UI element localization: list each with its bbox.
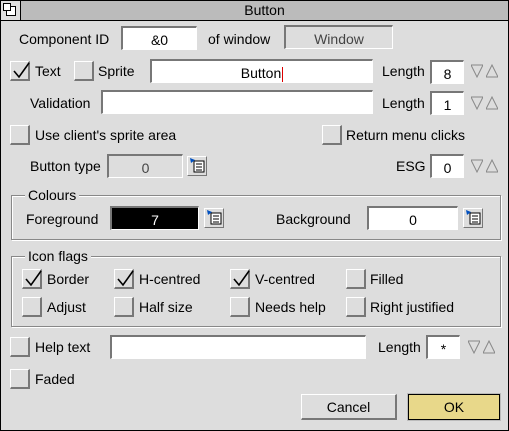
help-text-checkbox[interactable] xyxy=(10,337,30,357)
text-length-increment-icon[interactable] xyxy=(486,64,498,78)
window-title: Button xyxy=(244,2,285,18)
validation-length-field[interactable]: 1 xyxy=(430,91,464,115)
adjust-checkbox[interactable] xyxy=(22,297,42,317)
text-length-label: Length xyxy=(382,63,425,79)
needs-help-label: Needs help xyxy=(255,299,326,315)
right-justified-label: Right justified xyxy=(370,299,455,315)
foreground-label: Foreground xyxy=(26,211,99,227)
background-label: Background xyxy=(276,211,351,227)
client-sprite-area-checkbox[interactable] xyxy=(10,125,30,145)
validation-field[interactable] xyxy=(101,90,373,114)
check-icon xyxy=(13,62,30,79)
help-length-field[interactable]: * xyxy=(426,335,460,359)
icon-flags-group-title: Icon flags xyxy=(25,247,91,265)
help-length-increment-icon[interactable] xyxy=(483,340,495,354)
validation-length-increment-icon[interactable] xyxy=(486,96,498,110)
sprite-checkbox[interactable] xyxy=(74,61,94,81)
check-icon xyxy=(25,270,42,287)
help-text-field[interactable] xyxy=(110,335,366,359)
right-justified-checkbox[interactable] xyxy=(346,297,366,317)
button-type-menu-icon[interactable] xyxy=(187,156,207,176)
sprite-checkbox-label: Sprite xyxy=(98,63,135,79)
border-label: Border xyxy=(47,271,90,287)
v-centred-checkbox[interactable] xyxy=(230,269,250,289)
return-menu-clicks-checkbox[interactable] xyxy=(322,125,342,145)
adjust-label: Adjust xyxy=(47,299,86,315)
esg-decrement-icon[interactable] xyxy=(471,159,483,173)
check-icon xyxy=(117,270,134,287)
esg-label: ESG xyxy=(396,158,426,174)
help-length-decrement-icon[interactable] xyxy=(468,340,480,354)
ok-button[interactable]: OK xyxy=(407,393,501,421)
help-length-label: Length xyxy=(378,339,421,355)
h-centred-checkbox[interactable] xyxy=(114,269,134,289)
client-sprite-area-label: Use client's sprite area xyxy=(35,127,177,143)
foreground-colour-menu-icon[interactable] xyxy=(204,208,224,228)
background-colour-menu-icon[interactable] xyxy=(463,208,483,228)
window-name-field: Window xyxy=(284,25,393,49)
validation-length-label: Length xyxy=(382,95,425,111)
component-id-label: Component ID xyxy=(19,31,110,47)
return-menu-clicks-label: Return menu clicks xyxy=(346,127,466,143)
text-value-field[interactable]: Button xyxy=(150,59,373,83)
border-checkbox[interactable] xyxy=(22,269,42,289)
check-icon xyxy=(233,270,250,287)
text-value: Button xyxy=(240,65,282,81)
button-type-label: Button type xyxy=(30,158,101,174)
cancel-button[interactable]: Cancel xyxy=(301,394,397,420)
filled-checkbox[interactable] xyxy=(346,269,366,289)
title-bar[interactable]: Button xyxy=(1,1,508,21)
text-caret xyxy=(282,66,284,82)
background-colour-field[interactable]: 0 xyxy=(367,206,458,230)
esg-field[interactable]: 0 xyxy=(430,154,464,178)
filled-label: Filled xyxy=(370,271,404,287)
half-size-checkbox[interactable] xyxy=(114,297,134,317)
text-checkbox[interactable] xyxy=(10,61,30,81)
component-id-field[interactable]: &0 xyxy=(121,26,197,50)
foreground-colour-field[interactable]: 7 xyxy=(110,206,199,230)
text-length-decrement-icon[interactable] xyxy=(471,64,483,78)
validation-length-decrement-icon[interactable] xyxy=(471,96,483,110)
v-centred-label: V-centred xyxy=(255,271,315,287)
close-window-icon[interactable] xyxy=(1,1,21,20)
faded-checkbox[interactable] xyxy=(10,369,30,389)
help-text-label: Help text xyxy=(35,339,91,355)
colours-group-title: Colours xyxy=(25,186,80,204)
half-size-label: Half size xyxy=(139,299,193,315)
validation-label: Validation xyxy=(30,95,91,111)
faded-label: Faded xyxy=(35,371,75,387)
dialog-window: Button Component ID &0 of window Window … xyxy=(0,0,509,431)
of-window-label: of window xyxy=(208,31,271,47)
text-checkbox-label: Text xyxy=(35,63,61,79)
text-length-field[interactable]: 8 xyxy=(430,60,464,84)
needs-help-checkbox[interactable] xyxy=(230,297,250,317)
button-type-field: 0 xyxy=(107,154,183,178)
esg-increment-icon[interactable] xyxy=(486,159,498,173)
h-centred-label: H-centred xyxy=(139,271,201,287)
